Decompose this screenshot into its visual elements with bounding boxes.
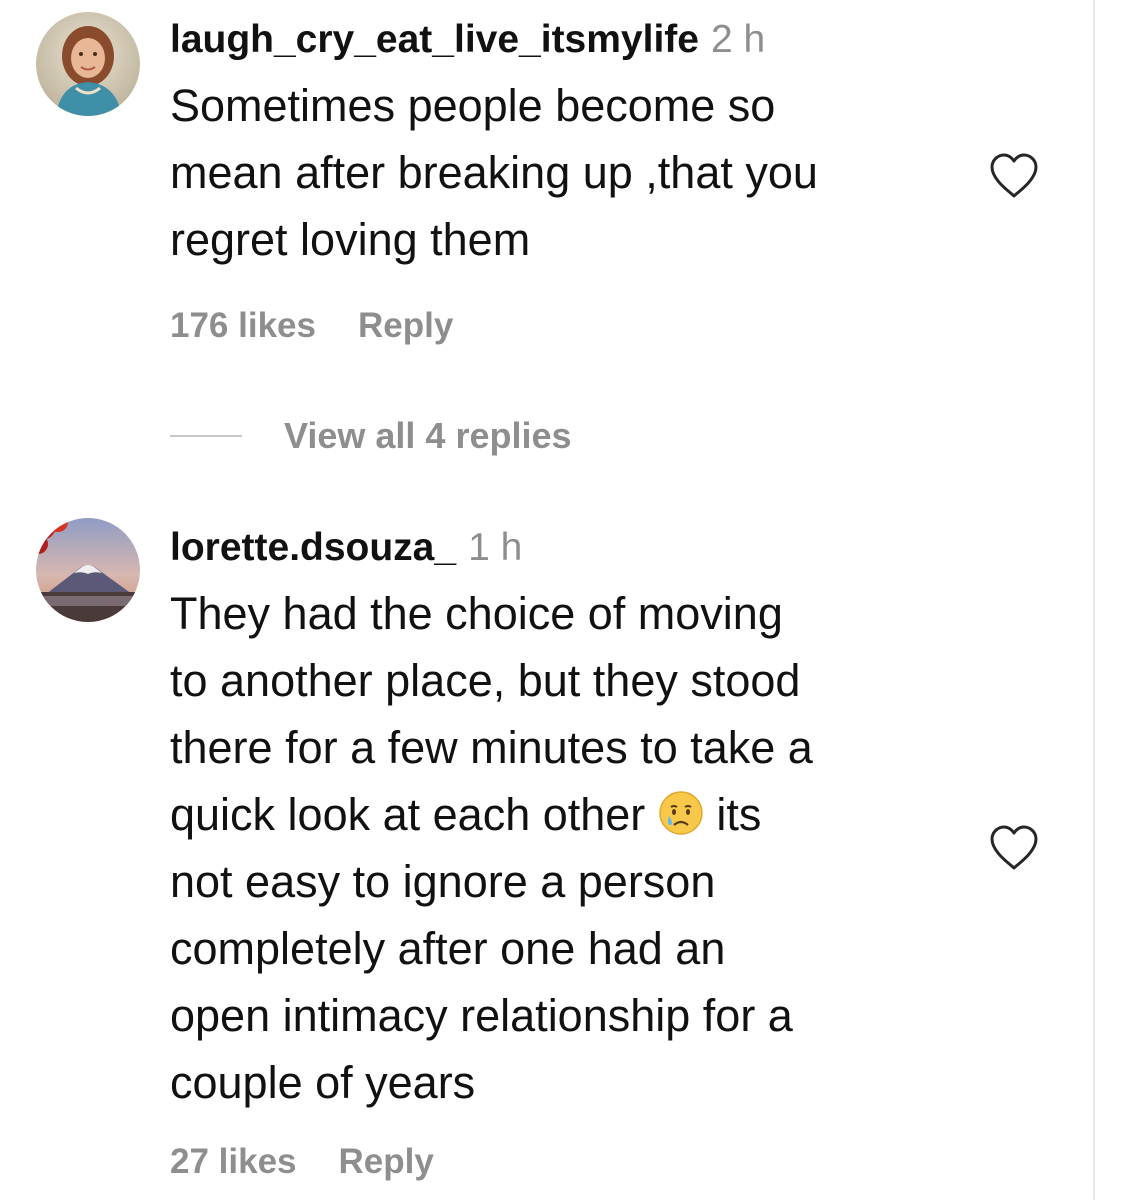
comment-text-line: not easy to ignore a person xyxy=(170,856,716,907)
comment-text-line: there for a few minutes to take a xyxy=(170,722,813,773)
comment-text-line: They had the choice of moving xyxy=(170,588,783,639)
view-replies-label[interactable]: View all 4 replies xyxy=(284,415,572,457)
comment-text-line: open intimacy relationship for a xyxy=(170,990,793,1041)
likes-count[interactable]: 176 likes xyxy=(170,306,316,346)
timestamp[interactable]: 1 h xyxy=(468,526,522,569)
scrollbar-track[interactable] xyxy=(1093,0,1095,1200)
username-link[interactable]: lorette.dsouza_ xyxy=(170,526,456,569)
likes-count[interactable]: 27 likes xyxy=(170,1142,297,1182)
username-link[interactable]: laugh_cry_eat_live_itsmylife xyxy=(170,18,699,61)
comment-text-line: mean after breaking up ,that you xyxy=(170,147,818,198)
view-replies-button[interactable]: View all 4 replies xyxy=(170,410,572,462)
comment-text-line: completely after one had an xyxy=(170,923,726,974)
comment-item: laugh_cry_eat_live_itsmylife 2 h Sometime… xyxy=(0,0,1090,400)
reply-button[interactable]: Reply xyxy=(339,1142,434,1182)
comment-text-line: Sometimes people become so xyxy=(170,80,776,131)
comment-item: lorette.dsouza_ 1 h They had the choice o… xyxy=(0,500,1090,1200)
comment-header: laugh_cry_eat_live_itsmylife 2 h xyxy=(170,16,970,64)
avatar-woman-image xyxy=(36,12,140,116)
comment-header: lorette.dsouza_ 1 h xyxy=(170,524,970,572)
crying-face-icon xyxy=(658,787,704,835)
like-heart-icon[interactable] xyxy=(988,152,1040,200)
comment-text-line: regret loving them xyxy=(170,214,531,265)
comment-text-line: couple of years xyxy=(170,1057,476,1108)
avatar[interactable] xyxy=(36,518,140,622)
reply-button[interactable]: Reply xyxy=(358,306,453,346)
comment-text-line: to another place, but they stood xyxy=(170,655,801,706)
timestamp[interactable]: 2 h xyxy=(711,18,765,61)
avatar[interactable] xyxy=(36,12,140,116)
comment-text: They had the choice of moving to another… xyxy=(170,580,970,1116)
comment-text-segment: its xyxy=(716,789,762,840)
avatar-mountain-image xyxy=(36,518,140,622)
comment-text: Sometimes people become so mean after br… xyxy=(170,72,970,273)
comment-actions: 176 likes Reply xyxy=(170,306,453,346)
comment-actions: 27 likes Reply xyxy=(170,1142,434,1182)
like-heart-icon[interactable] xyxy=(988,824,1040,872)
replies-divider xyxy=(170,435,242,437)
comment-text-segment: quick look at each other xyxy=(170,789,646,840)
comment-text-line: quick look at each other its xyxy=(170,781,970,848)
